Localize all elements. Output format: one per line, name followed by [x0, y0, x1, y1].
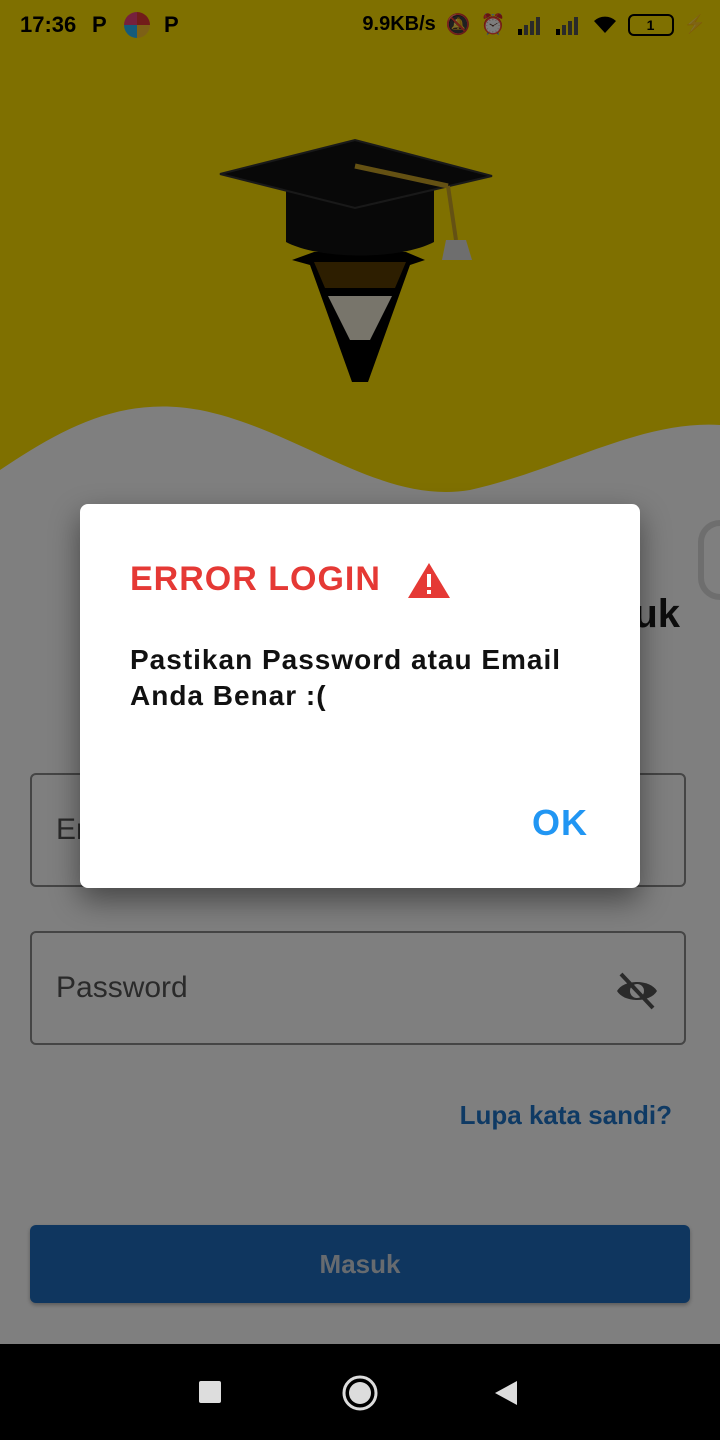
recents-icon[interactable]	[198, 1380, 222, 1404]
dialog-title-text: ERROR LOGIN	[130, 560, 381, 598]
login-screen: 17:36 P P 9.9KB/s 🔕 ⏰ 1 ⚡ uk Email	[0, 0, 720, 1344]
back-icon[interactable]	[493, 1379, 519, 1407]
dialog-title: ERROR LOGIN	[130, 560, 451, 599]
ok-button[interactable]: OK	[532, 802, 588, 844]
home-icon[interactable]	[341, 1374, 379, 1412]
error-dialog: ERROR LOGIN Pastikan Password atau Email…	[80, 504, 640, 888]
warning-icon	[407, 562, 450, 598]
dialog-message: Pastikan Password atau Email Anda Benar …	[130, 644, 562, 711]
navigation-bar	[0, 1344, 720, 1440]
